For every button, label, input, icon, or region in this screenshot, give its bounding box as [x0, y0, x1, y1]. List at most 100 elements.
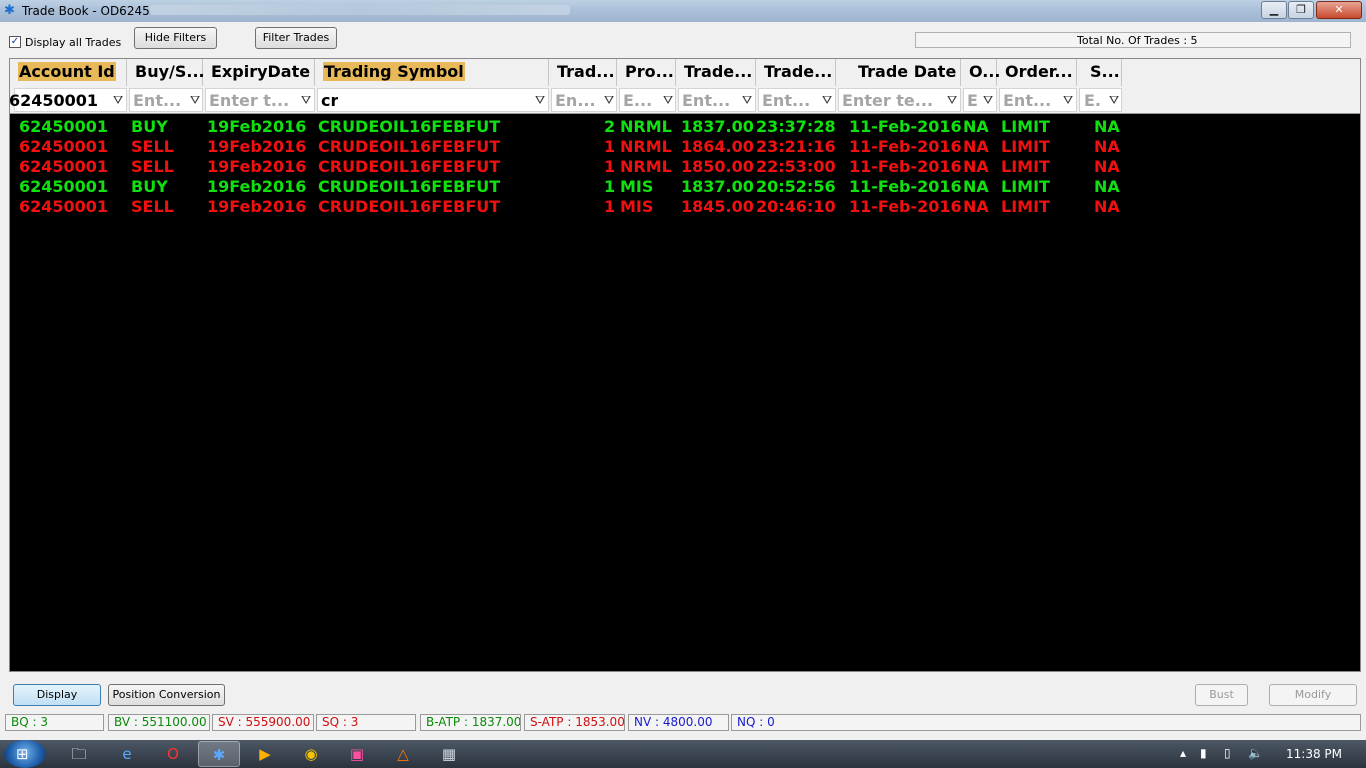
cell-order-type: LIMIT [1001, 197, 1050, 216]
show-hidden-icons-icon[interactable]: ▴ [1180, 746, 1186, 760]
title-bar: ✱ Trade Book - OD6245 ▁ ❐ ✕ [0, 0, 1366, 22]
cell-account: 62450001 [19, 157, 109, 176]
col-header-traded-qty[interactable]: Trad... [549, 59, 617, 86]
cell-account: 62450001 [19, 197, 109, 216]
battery-icon[interactable]: ▯ [1224, 746, 1231, 760]
calculator-icon[interactable]: ▦ [428, 741, 470, 767]
filter-product[interactable]: E... ⛛ [619, 88, 676, 112]
col-header-order-type[interactable]: Order... [997, 59, 1077, 86]
status-buy-qty: BQ : 3 [5, 714, 104, 731]
opera-icon[interactable]: O [152, 741, 194, 767]
filter-icon[interactable]: ⛛ [821, 93, 833, 107]
cell-qty: 1 [604, 137, 616, 156]
network-icon[interactable]: ▮ [1200, 746, 1207, 760]
start-button[interactable]: ⊞ [4, 740, 46, 768]
filter-icon[interactable]: ⛛ [603, 93, 615, 107]
filter-icon[interactable]: ⛛ [112, 93, 124, 107]
col-header-s[interactable]: S... [1077, 59, 1122, 86]
table-row[interactable]: 62450001 SELL 19Feb2016 CRUDEOIL16FEBFUT… [10, 197, 1360, 217]
volume-icon[interactable]: 🔈 [1248, 746, 1263, 760]
app-icon-triangle[interactable]: △ [382, 741, 424, 767]
cell-o: NA [963, 157, 989, 176]
cell-buy-sell: BUY [131, 117, 168, 136]
cell-s: NA [1094, 117, 1120, 136]
modify-button[interactable]: Modify [1269, 684, 1357, 706]
filter-icon[interactable]: ⛛ [189, 93, 201, 107]
filter-icon[interactable]: ⛛ [662, 93, 674, 107]
hide-filters-button[interactable]: Hide Filters [134, 27, 217, 49]
chrome-icon[interactable]: ◉ [290, 741, 332, 767]
cell-price: 1837.00 [681, 117, 754, 136]
cell-s: NA [1094, 137, 1120, 156]
filter-trade-price[interactable]: Ent... ⛛ [678, 88, 756, 112]
cell-s: NA [1094, 157, 1120, 176]
filter-icon[interactable]: ⛛ [1062, 93, 1074, 107]
display-all-trades-checkbox[interactable]: ✓ [9, 36, 21, 48]
table-row[interactable]: 62450001 SELL 19Feb2016 CRUDEOIL16FEBFUT… [10, 137, 1360, 157]
cell-expiry: 19Feb2016 [207, 137, 307, 156]
col-header-trading-symbol[interactable]: Trading Symbol [315, 59, 549, 86]
media-player-icon[interactable]: ▶ [244, 741, 286, 767]
table-row[interactable]: 62450001 SELL 19Feb2016 CRUDEOIL16FEBFUT… [10, 157, 1360, 177]
app-icon-pink[interactable]: ▣ [336, 741, 378, 767]
col-header-trade-date[interactable]: Trade Date [836, 59, 961, 86]
filter-icon[interactable]: ⛛ [1108, 93, 1120, 107]
close-button[interactable]: ✕ [1316, 1, 1362, 19]
filter-trade-time[interactable]: Ent... ⛛ [758, 88, 836, 112]
filter-icon[interactable]: ⛛ [946, 93, 958, 107]
col-header-trade-time[interactable]: Trade... [756, 59, 836, 86]
filter-icon[interactable]: ⛛ [534, 93, 546, 107]
maximize-button[interactable]: ❐ [1288, 1, 1314, 19]
header-row: Account Id Buy/S... ExpiryDate Trading S… [10, 59, 1360, 86]
cell-date: 11-Feb-2016 [849, 157, 962, 176]
table-row[interactable]: 62450001 BUY 19Feb2016 CRUDEOIL16FEBFUT … [10, 177, 1360, 197]
cell-expiry: 19Feb2016 [207, 117, 307, 136]
col-header-buy-sell[interactable]: Buy/S... [127, 59, 205, 86]
cell-time: 23:37:28 [756, 117, 836, 136]
filter-account-id[interactable]: 62450001 ⛛ [9, 88, 127, 112]
bust-button[interactable]: Bust [1195, 684, 1248, 706]
cell-o: NA [963, 117, 989, 136]
bottom-bar: Display Position Conversion Bust Modify … [0, 676, 1366, 740]
cell-date: 11-Feb-2016 [849, 117, 962, 136]
filter-trades-button[interactable]: Filter Trades [255, 27, 337, 49]
cell-symbol: CRUDEOIL16FEBFUT [318, 157, 501, 176]
trading-app-icon[interactable]: ✱ [198, 741, 240, 767]
internet-explorer-icon[interactable]: e [106, 741, 148, 767]
status-net-qty: NQ : 0 [731, 714, 1361, 731]
col-header-trade-price[interactable]: Trade... [676, 59, 756, 86]
filter-order-type[interactable]: Ent... ⛛ [999, 88, 1077, 112]
filter-o[interactable]: E ⛛ [963, 88, 997, 112]
filter-expiry-date[interactable]: Enter t... ⛛ [205, 88, 315, 112]
filter-icon[interactable]: ⛛ [982, 93, 994, 107]
cell-price: 1864.00 [681, 137, 754, 156]
filter-trade-date[interactable]: Enter te... ⛛ [838, 88, 961, 112]
cell-expiry: 19Feb2016 [207, 157, 307, 176]
cell-symbol: CRUDEOIL16FEBFUT [318, 197, 501, 216]
status-buy-atp: B-ATP : 1837.00 [420, 714, 521, 731]
filter-buy-sell[interactable]: Ent... ⛛ [129, 88, 203, 112]
filter-icon[interactable]: ⛛ [741, 93, 753, 107]
minimize-button[interactable]: ▁ [1261, 1, 1287, 19]
taskbar: ⊞ 🗀 e O ✱ ▶ ◉ ▣ △ ▦ ▴ ▮ ▯ 🔈 11:38 PM [0, 740, 1366, 768]
filter-trading-symbol[interactable]: cr ⛛ [317, 88, 549, 112]
cell-buy-sell: SELL [131, 137, 174, 156]
clock[interactable]: 11:38 PM [1286, 747, 1342, 761]
display-button[interactable]: Display [13, 684, 101, 706]
table-row[interactable]: 62450001 BUY 19Feb2016 CRUDEOIL16FEBFUT … [10, 117, 1360, 137]
cell-product: NRML [620, 137, 672, 156]
col-header-expiry-date[interactable]: ExpiryDate [203, 59, 315, 86]
position-conversion-button[interactable]: Position Conversion [108, 684, 225, 706]
col-header-account-id[interactable]: Account Id [10, 59, 127, 86]
col-header-o[interactable]: O... [961, 59, 1000, 86]
cell-date: 11-Feb-2016 [849, 137, 962, 156]
cell-s: NA [1094, 177, 1120, 196]
cell-account: 62450001 [19, 177, 109, 196]
filter-icon[interactable]: ⛛ [300, 93, 312, 107]
filter-traded-qty[interactable]: En... ⛛ [551, 88, 617, 112]
cell-qty: 1 [604, 197, 616, 216]
explorer-icon[interactable]: 🗀 [58, 741, 100, 767]
col-header-product[interactable]: Pro... [617, 59, 676, 86]
filter-s[interactable]: E. ⛛ [1079, 88, 1122, 112]
cell-expiry: 19Feb2016 [207, 197, 307, 216]
